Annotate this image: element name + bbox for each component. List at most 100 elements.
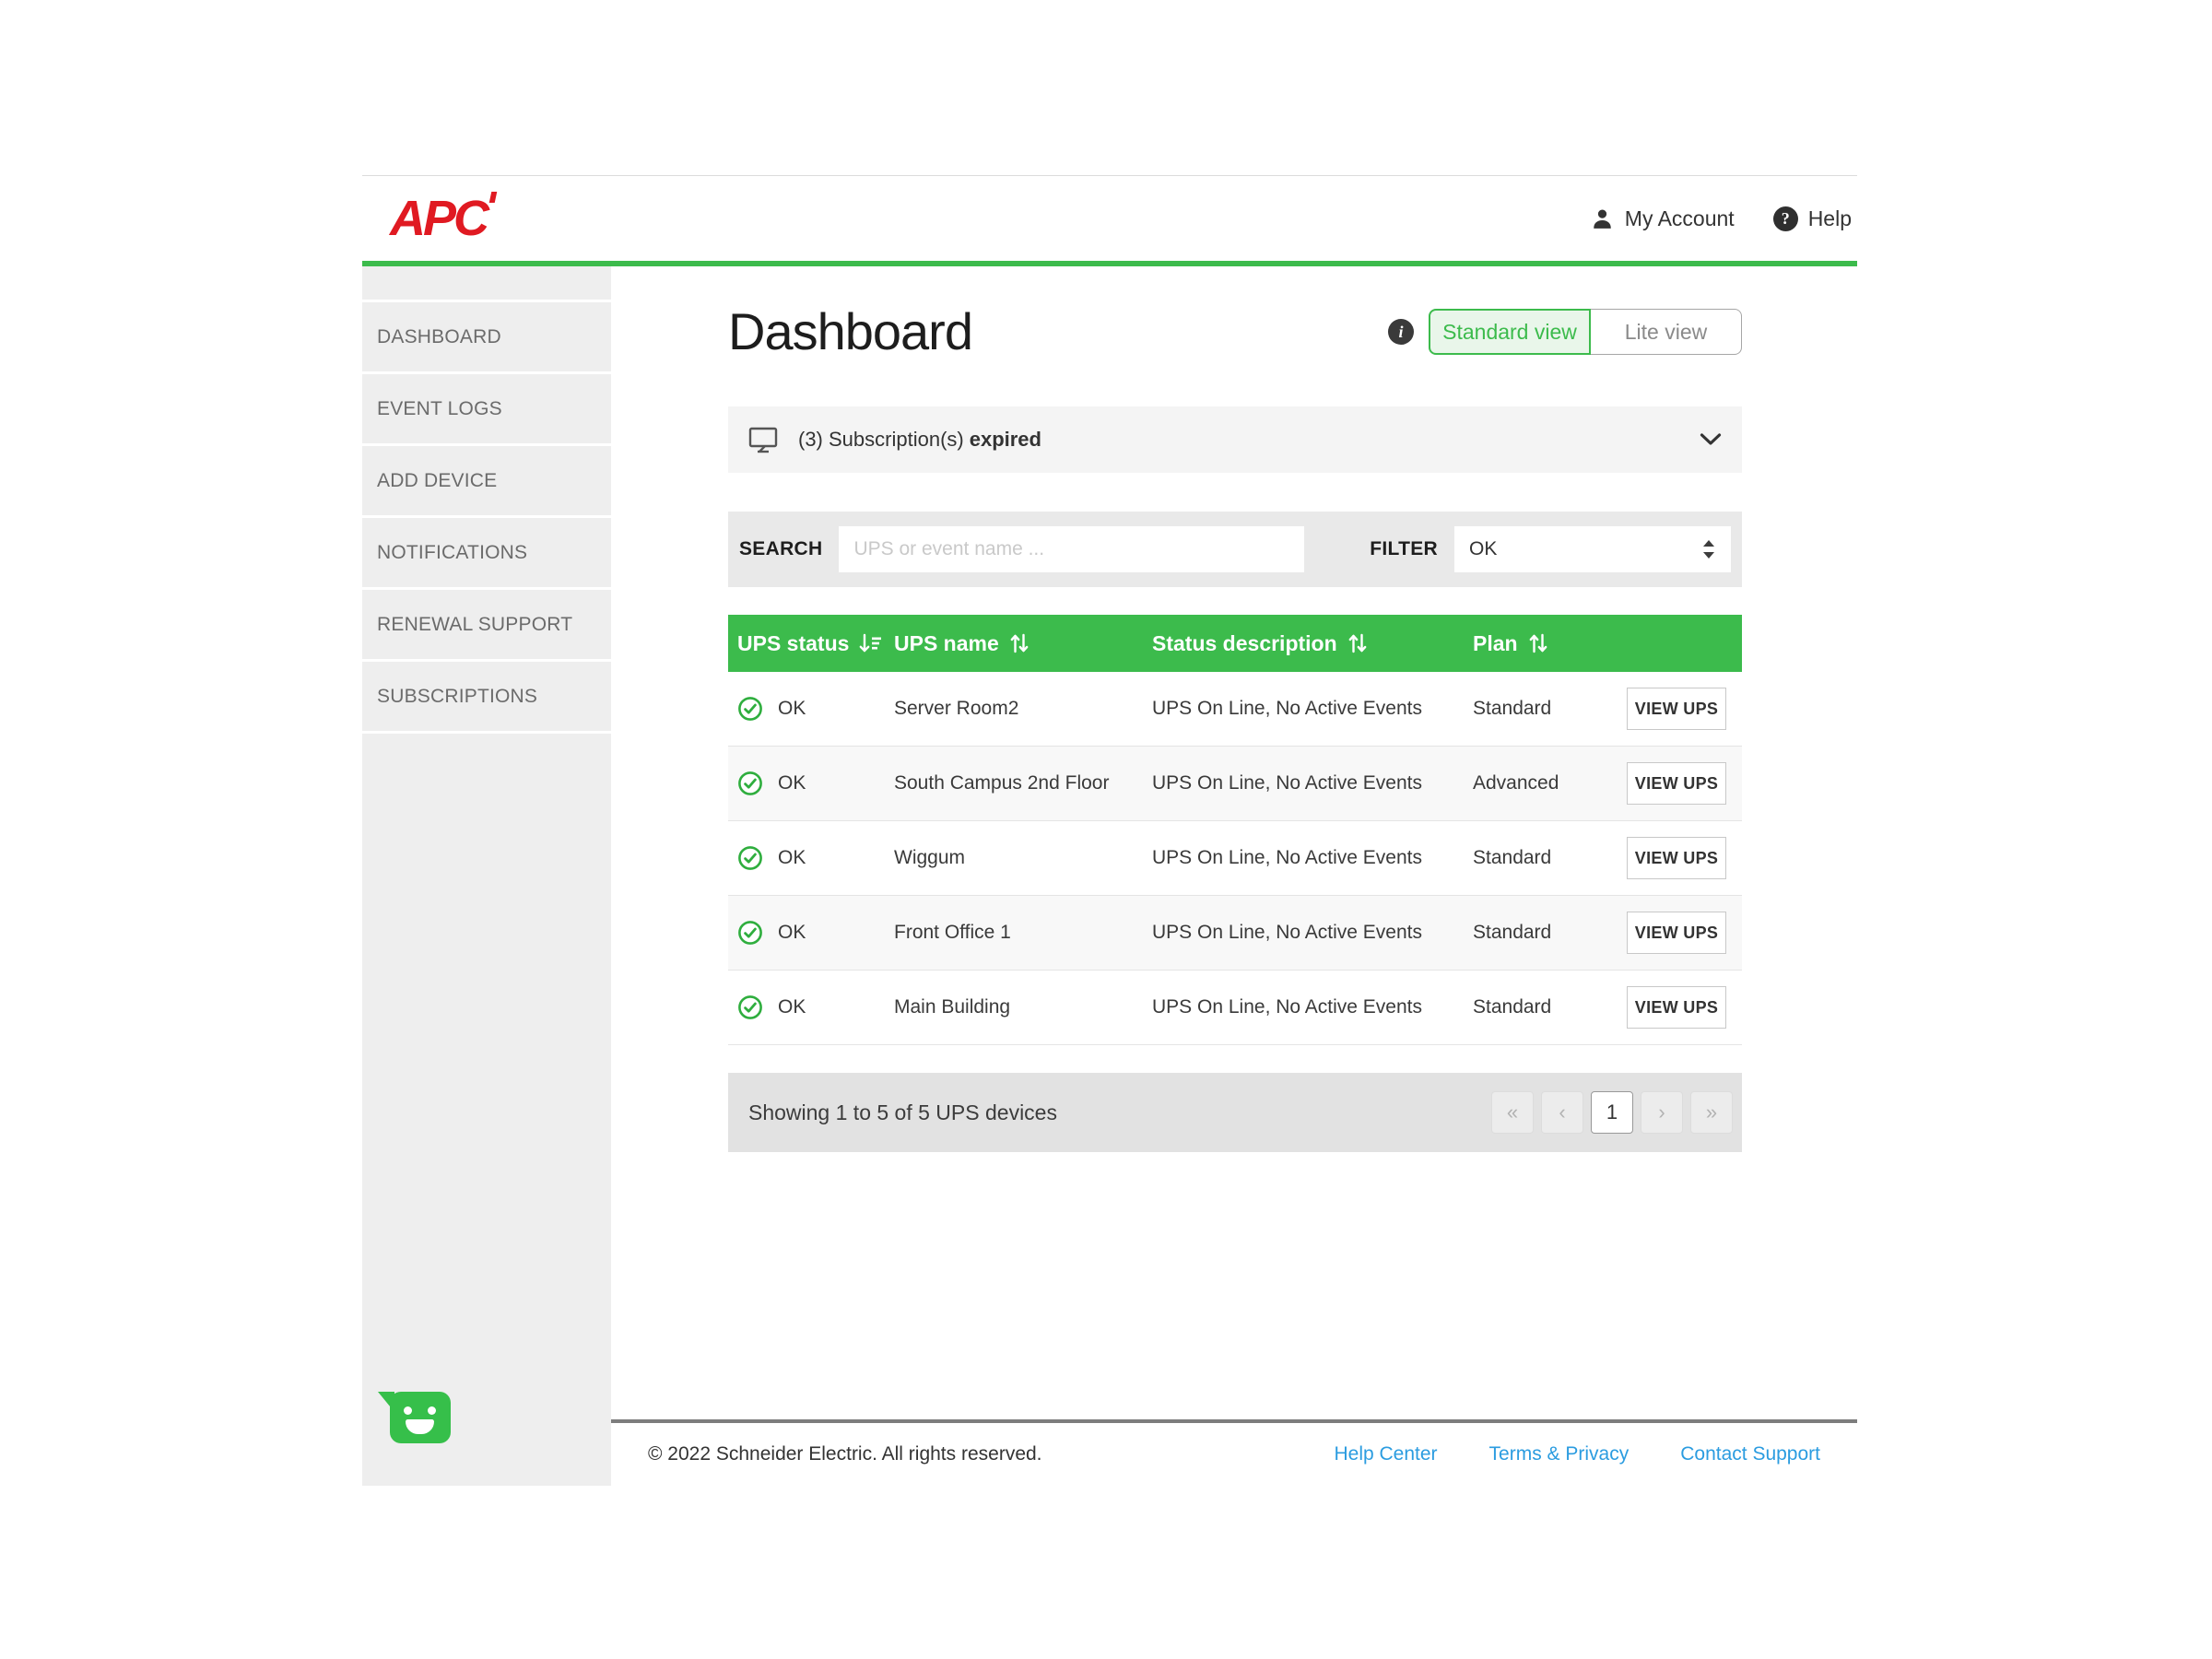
ups-status-cell: OK [728, 920, 894, 946]
pagination-bar: Showing 1 to 5 of 5 UPS devices « ‹ 1 › … [728, 1073, 1742, 1152]
copyright-text: © 2022 Schneider Electric. All rights re… [648, 1443, 1042, 1465]
column-header-status-description[interactable]: Status description [1152, 631, 1473, 656]
sort-updown-icon [1008, 633, 1030, 653]
contact-support-link[interactable]: Contact Support [1680, 1443, 1820, 1465]
action-cell: VIEW UPS [1627, 912, 1742, 954]
apc-logo[interactable]: APC [390, 194, 487, 243]
ups-name-cell: Server Room2 [894, 698, 1152, 720]
status-ok-icon [737, 845, 763, 871]
ups-status-text: OK [778, 922, 806, 944]
pagination-controls: « ‹ 1 › » [1491, 1091, 1733, 1134]
sort-updown-icon [1347, 633, 1369, 653]
help-menu[interactable]: ? Help [1773, 206, 1852, 231]
action-cell: VIEW UPS [1627, 837, 1742, 879]
sidebar-item-label: ADD DEVICE [377, 470, 497, 492]
top-header: APC My Account ? Help [362, 176, 1857, 261]
sidebar-item[interactable]: SUBSCRIPTIONS [362, 662, 611, 731]
table-row: OK Main Building UPS On Line, No Active … [728, 971, 1742, 1045]
plan-cell: Standard [1473, 922, 1627, 944]
header-actions: My Account ? Help [1590, 206, 1852, 231]
plan-cell: Standard [1473, 698, 1627, 720]
filter-label: FILTER [1370, 538, 1438, 560]
subscription-expired-banner[interactable]: (3) Subscription(s)expired [728, 406, 1742, 473]
page: APC My Account ? Help DASHBOARD [362, 175, 1857, 1486]
status-ok-icon [737, 994, 763, 1020]
chat-smiley-eye [428, 1406, 436, 1415]
page-title: Dashboard [728, 303, 972, 360]
table-row: OK South Campus 2nd Floor UPS On Line, N… [728, 747, 1742, 821]
ups-status-cell: OK [728, 845, 894, 871]
action-cell: VIEW UPS [1627, 762, 1742, 805]
status-ok-icon [737, 696, 763, 722]
status-ok-icon [737, 771, 763, 796]
select-arrows-icon [1701, 538, 1716, 560]
sidebar-item[interactable]: NOTIFICATIONS [362, 518, 611, 587]
sidebar-item[interactable]: EVENT LOGS [362, 374, 611, 443]
action-cell: VIEW UPS [1627, 986, 1742, 1029]
sidebar-item-label: NOTIFICATIONS [377, 542, 527, 564]
filter-selected-value: OK [1469, 538, 1497, 560]
sidebar-item[interactable]: DASHBOARD [362, 302, 611, 371]
view-ups-button[interactable]: VIEW UPS [1627, 986, 1726, 1029]
last-page-button[interactable]: » [1690, 1091, 1733, 1134]
status-description-cell: UPS On Line, No Active Events [1152, 996, 1473, 1018]
plan-cell: Advanced [1473, 772, 1627, 794]
sidebar-item-label: RENEWAL SUPPORT [377, 614, 572, 636]
column-header-ups-status[interactable]: UPS status [728, 631, 894, 656]
chevron-down-icon[interactable] [1700, 433, 1722, 446]
info-icon[interactable]: i [1388, 319, 1414, 345]
sidebar-top-strip [362, 266, 611, 300]
column-header-ups-name[interactable]: UPS name [894, 631, 1152, 656]
previous-page-button[interactable]: ‹ [1541, 1091, 1583, 1134]
ups-name-cell: Main Building [894, 996, 1152, 1018]
status-description-cell: UPS On Line, No Active Events [1152, 922, 1473, 944]
ups-status-text: OK [778, 996, 806, 1018]
ups-table: UPS status UPS name Status [728, 615, 1742, 1045]
ups-status-cell: OK [728, 696, 894, 722]
column-header-plan[interactable]: Plan [1473, 631, 1627, 656]
status-description-cell: UPS On Line, No Active Events [1152, 847, 1473, 869]
view-ups-button[interactable]: VIEW UPS [1627, 688, 1726, 730]
search-label: SEARCH [739, 538, 822, 560]
view-ups-button[interactable]: VIEW UPS [1627, 762, 1726, 805]
banner-text: (3) Subscription(s)expired [798, 428, 1041, 452]
title-row: Dashboard i Standard view Lite view [728, 303, 1742, 360]
ups-status-cell: OK [728, 994, 894, 1020]
first-page-button[interactable]: « [1491, 1091, 1534, 1134]
chat-smiley-eye [404, 1406, 412, 1415]
ups-name-cell: Wiggum [894, 847, 1152, 869]
help-center-link[interactable]: Help Center [1334, 1443, 1437, 1465]
sidebar-filler [362, 734, 611, 1486]
sidebar-item[interactable]: ADD DEVICE [362, 446, 611, 515]
user-icon [1590, 206, 1615, 231]
my-account-menu[interactable]: My Account [1590, 206, 1735, 231]
ups-name-cell: Front Office 1 [894, 922, 1152, 944]
sidebar-item[interactable]: RENEWAL SUPPORT [362, 590, 611, 659]
search-input[interactable] [839, 526, 1304, 572]
page-number-button[interactable]: 1 [1591, 1091, 1633, 1134]
chat-smiley-mouth [406, 1419, 434, 1434]
view-ups-button[interactable]: VIEW UPS [1627, 837, 1726, 879]
standard-view-button[interactable]: Standard view [1429, 309, 1591, 355]
lite-view-button[interactable]: Lite view [1591, 309, 1742, 355]
table-row: OK Front Office 1 UPS On Line, No Active… [728, 896, 1742, 971]
ups-status-text: OK [778, 698, 806, 720]
terms-privacy-link[interactable]: Terms & Privacy [1489, 1443, 1630, 1465]
my-account-label: My Account [1625, 206, 1735, 231]
chat-widget-button[interactable] [390, 1392, 451, 1443]
next-page-button[interactable]: › [1641, 1091, 1683, 1134]
table-header-row: UPS status UPS name Status [728, 615, 1742, 672]
filter-select[interactable]: OK [1454, 526, 1731, 572]
footer-links: Help Center Terms & Privacy Contact Supp… [1334, 1443, 1820, 1465]
table-body: OK Server Room2 UPS On Line, No Active E… [728, 672, 1742, 1045]
ups-status-text: OK [778, 847, 806, 869]
sort-updown-icon [1527, 633, 1549, 653]
pagination-summary: Showing 1 to 5 of 5 UPS devices [748, 1100, 1057, 1125]
logo-trademark-mark [489, 192, 498, 203]
monitor-icon [748, 425, 780, 454]
help-label: Help [1808, 206, 1852, 231]
help-icon: ? [1773, 206, 1798, 231]
sidebar-item-label: EVENT LOGS [377, 398, 502, 420]
table-row: OK Wiggum UPS On Line, No Active Events … [728, 821, 1742, 896]
view-ups-button[interactable]: VIEW UPS [1627, 912, 1726, 954]
